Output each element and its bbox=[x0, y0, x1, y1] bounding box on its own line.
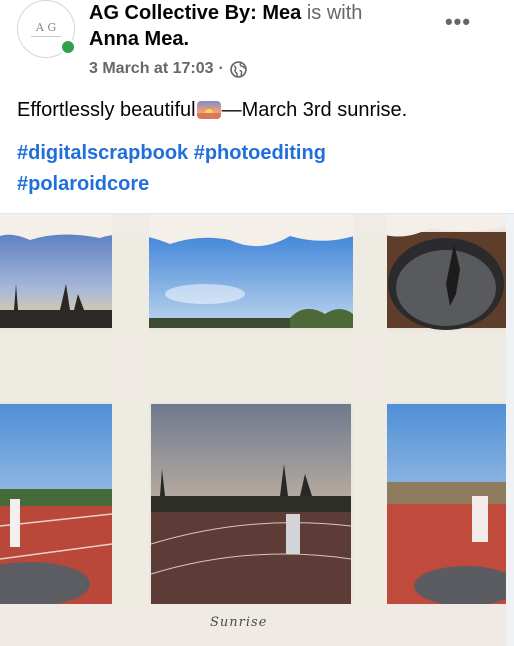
sunrise-emoji-icon bbox=[196, 101, 221, 119]
post-meta: 3 March at 17:03 · bbox=[89, 58, 247, 80]
collage-caption: Sunrise bbox=[210, 615, 268, 630]
avatar-divider bbox=[31, 35, 61, 37]
tagged-person-link[interactable]: Anna Mea bbox=[89, 28, 183, 50]
author-name-link[interactable]: AG Collective By: Mea bbox=[89, 2, 301, 24]
meta-separator: · bbox=[218, 60, 224, 77]
hashtag-link[interactable]: #polaroidcore bbox=[17, 173, 149, 195]
post-timestamp-link[interactable]: 3 March at 17:03 bbox=[89, 58, 214, 80]
photo-collage-image bbox=[0, 214, 506, 646]
globe-icon[interactable] bbox=[230, 60, 247, 78]
hashtag-list: #digitalscrapbook #photoediting #polaroi… bbox=[17, 138, 417, 200]
profile-avatar-wrap[interactable]: A G bbox=[17, 0, 77, 58]
tagged-suffix: . bbox=[183, 28, 190, 50]
post-text: Effortlessly beautiful —March 3rd sunris… bbox=[17, 97, 407, 123]
online-status-icon bbox=[60, 39, 76, 55]
post-text-end: —March 3rd sunrise. bbox=[221, 99, 408, 121]
post-header: AG Collective By: Mea is with Anna Mea. bbox=[89, 0, 459, 52]
collage-right-edge bbox=[506, 214, 514, 646]
with-text: is with bbox=[306, 2, 363, 24]
hashtag-link[interactable]: #photoediting bbox=[194, 142, 326, 164]
post-photo[interactable]: Sunrise bbox=[0, 214, 506, 646]
facebook-post: A G AG Collective By: Mea is with Anna M… bbox=[0, 0, 514, 646]
hashtag-link[interactable]: #digitalscrapbook bbox=[17, 142, 188, 164]
post-text-start: Effortlessly beautiful bbox=[17, 99, 196, 121]
avatar-monogram: A G bbox=[35, 20, 57, 34]
more-options-button[interactable]: ••• bbox=[440, 8, 476, 36]
